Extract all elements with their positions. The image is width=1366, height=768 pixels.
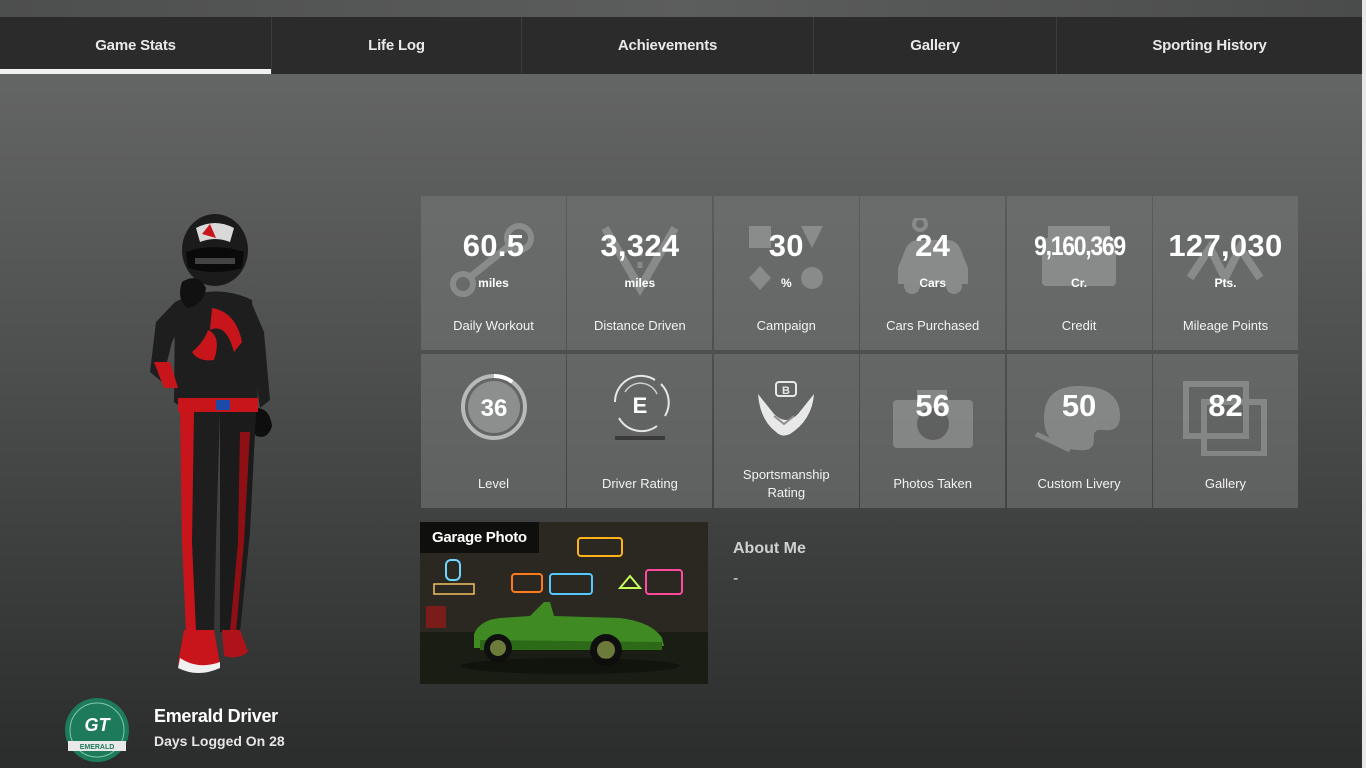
stat-level[interactable]: 36 Level xyxy=(421,354,566,508)
scrollbar-edge xyxy=(1362,0,1366,768)
stat-distance-driven[interactable]: 3,324 miles Distance Driven xyxy=(567,196,713,350)
stat-label: Custom Livery xyxy=(1037,476,1121,491)
rank-title: Emerald Driver xyxy=(154,706,278,726)
tab-game-stats[interactable]: Game Stats xyxy=(0,17,272,74)
stat-value: 50 xyxy=(1061,388,1097,423)
about-me-text: - xyxy=(733,570,739,587)
stat-label: Sportsmanship Rating xyxy=(742,467,830,500)
driver-rating-icon: E xyxy=(613,374,670,440)
stat-label: Distance Driven xyxy=(594,318,686,333)
level-ring-icon: 36 xyxy=(460,374,527,440)
stat-label: Mileage Points xyxy=(1182,318,1269,333)
badge-text: EMERALD xyxy=(80,744,115,751)
stats-grid: 60.5 miles Daily Workout 3,324 miles Dis… xyxy=(421,196,1298,510)
stat-label: Driver Rating xyxy=(601,476,678,491)
stat-value: 82 xyxy=(1208,388,1243,423)
tab-label: Life Log xyxy=(368,37,425,54)
stat-label: Level xyxy=(477,476,510,491)
tab-label: Game Stats xyxy=(95,37,176,54)
tab-gallery[interactable]: Gallery xyxy=(814,17,1057,74)
stat-cars-purchased[interactable]: 24 Cars Cars Purchased xyxy=(860,196,1006,350)
stat-label: Daily Workout xyxy=(453,318,534,333)
stat-value: 127,030 xyxy=(1168,228,1283,263)
stat-driver-rating[interactable]: E Driver Rating xyxy=(567,354,713,508)
handshake-icon: B xyxy=(758,381,815,436)
stat-value: 30 xyxy=(768,228,804,263)
driver-rating-letter: E xyxy=(633,393,648,418)
about-me-title: About Me xyxy=(733,540,806,557)
tab-sporting-history[interactable]: Sporting History xyxy=(1057,17,1362,74)
stat-unit: miles xyxy=(624,276,656,290)
svg-text:GT: GT xyxy=(85,715,112,735)
stat-label: Photos Taken xyxy=(893,476,972,491)
stat-mileage-points[interactable]: 127,030 Pts. Mileage Points xyxy=(1152,196,1298,350)
stat-photos-taken[interactable]: 56 Photos Taken xyxy=(860,354,1006,508)
tab-bar: Game Stats Life Log Achievements Gallery… xyxy=(0,17,1362,74)
stat-label: Campaign xyxy=(756,318,816,333)
stat-value: 60.5 xyxy=(462,228,525,263)
stat-daily-workout[interactable]: 60.5 miles Daily Workout xyxy=(421,196,566,350)
stat-label: Cars Purchased xyxy=(886,318,980,333)
tab-label: Achievements xyxy=(617,37,718,54)
top-strip xyxy=(0,0,1366,17)
stat-unit: Pts. xyxy=(1214,276,1237,290)
tab-life-log[interactable]: Life Log xyxy=(272,17,522,74)
stat-value: 3,324 xyxy=(600,228,680,263)
stat-gallery[interactable]: 82 Gallery xyxy=(1152,354,1298,508)
sportsmanship-letter: B xyxy=(782,385,790,397)
tab-label: Gallery xyxy=(910,37,960,54)
stat-custom-livery[interactable]: 50 Custom Livery xyxy=(1006,354,1152,508)
garage-photo[interactable]: Garage Photo xyxy=(420,522,708,684)
stat-unit: Cars xyxy=(919,276,947,290)
stat-campaign[interactable]: 30 % Campaign xyxy=(713,196,859,350)
stat-value: 56 xyxy=(915,388,950,423)
stat-label: Credit xyxy=(1061,318,1097,333)
emerald-badge-icon: GT EMERALD xyxy=(65,698,129,762)
stat-unit: Cr. xyxy=(1071,276,1088,290)
level-value: 36 xyxy=(480,395,507,422)
tab-label: Sporting History xyxy=(1152,37,1267,54)
stat-sportsmanship-rating[interactable]: B Sportsmanship Rating xyxy=(713,354,859,508)
stat-value: 9,160,369 xyxy=(1033,231,1126,261)
driver-avatar xyxy=(150,214,272,673)
stat-credit[interactable]: 9,160,369 Cr. Credit xyxy=(1006,196,1152,350)
stat-unit: miles xyxy=(478,276,509,290)
stat-value: 24 xyxy=(915,228,951,263)
stat-unit: % xyxy=(780,276,792,290)
days-logged: Days Logged On 28 xyxy=(154,733,285,749)
stat-label: Gallery xyxy=(1204,476,1247,491)
garage-photo-title: Garage Photo xyxy=(420,522,539,553)
tab-achievements[interactable]: Achievements xyxy=(522,17,814,74)
